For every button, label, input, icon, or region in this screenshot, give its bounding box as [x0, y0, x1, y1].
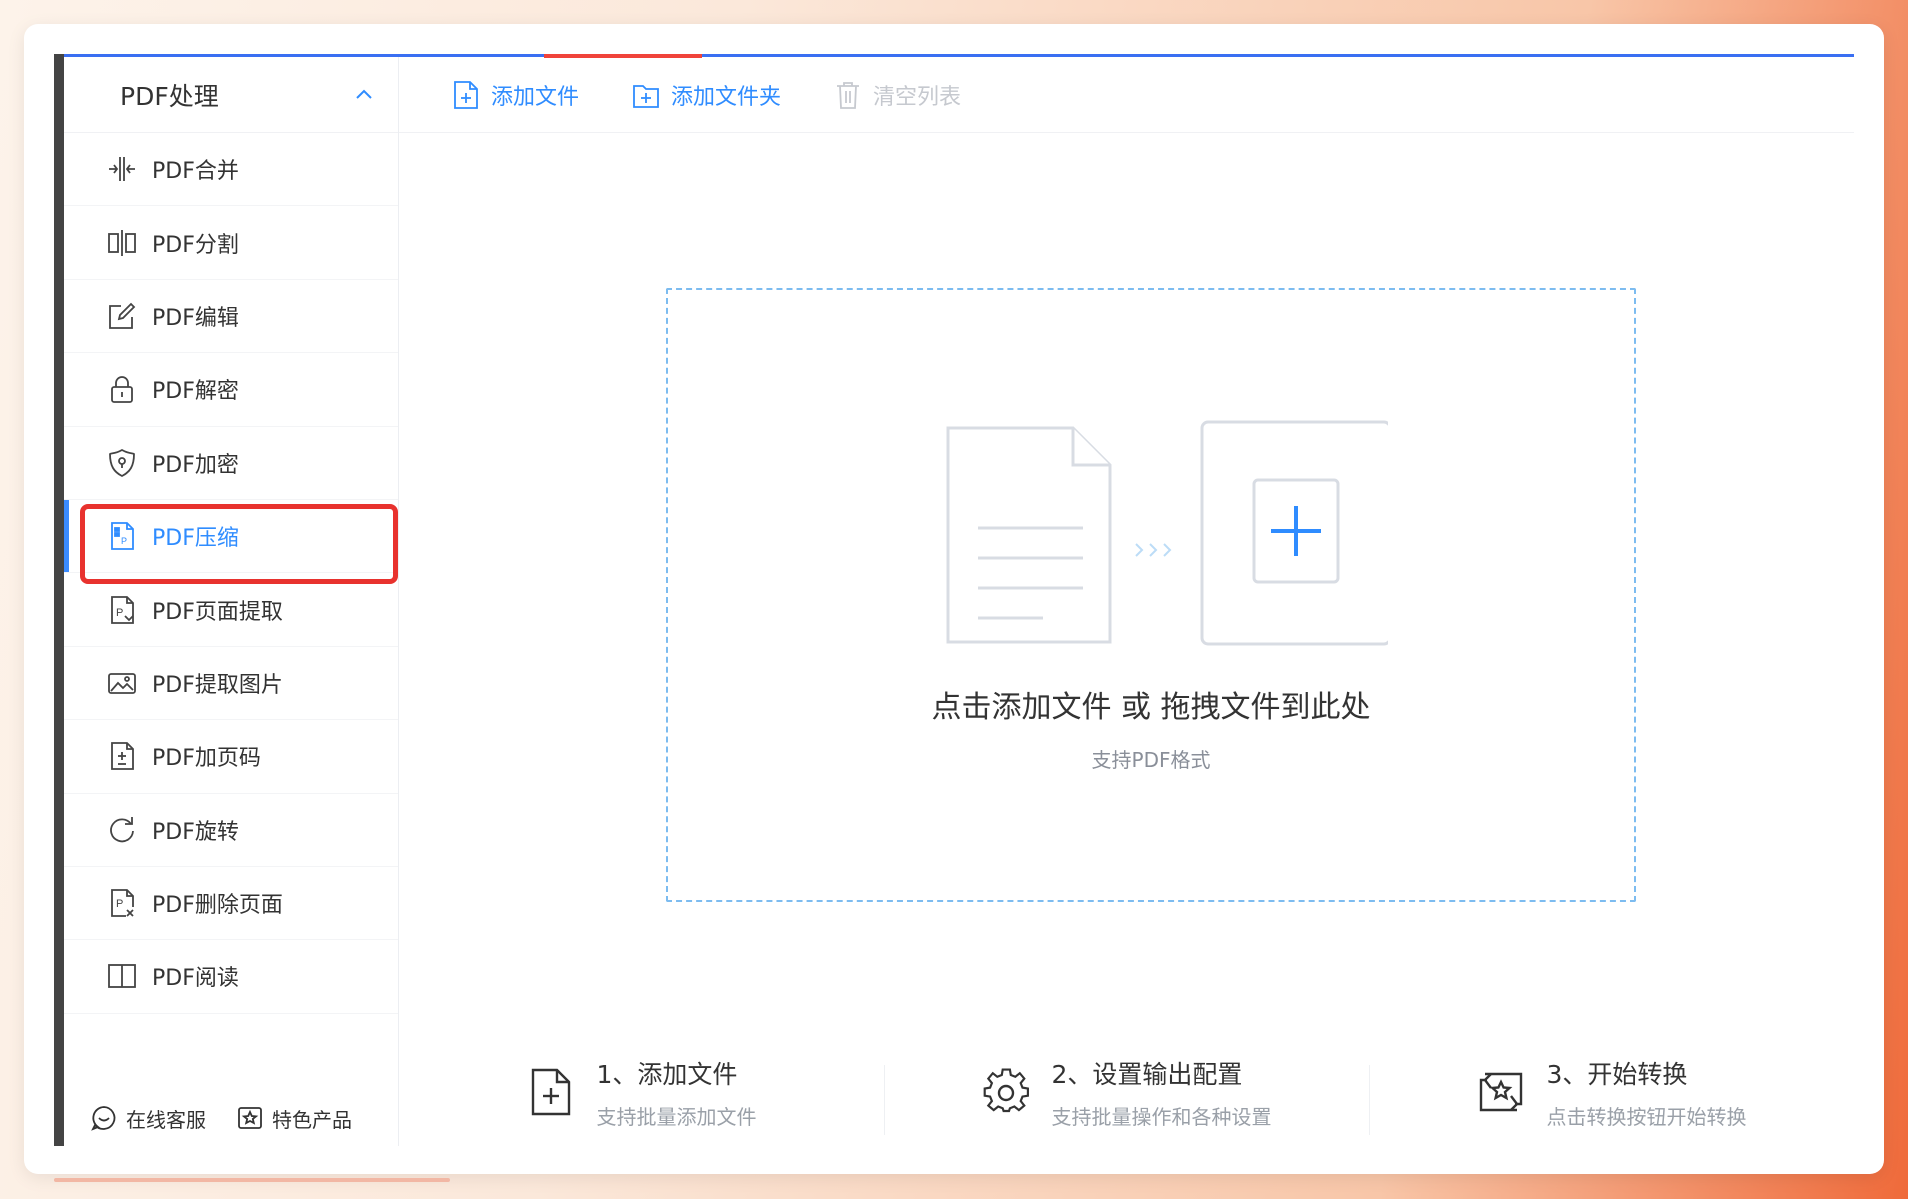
image-extract-icon: [106, 667, 138, 699]
sidebar-item-label: PDF提取图片: [152, 672, 283, 698]
sidebar-item-read[interactable]: PDF阅读: [64, 940, 398, 1014]
step-title: 1、添加文件: [596, 1059, 738, 1089]
clear-list-label: 清空列表: [873, 84, 962, 110]
sidebar-list: PDF合并 PDF分割 PDF编辑 PDF解密 PDF加密 P PDF压缩 P …: [64, 133, 398, 1014]
sidebar-item-label: PDF编辑: [152, 305, 239, 331]
split-icon: [106, 227, 138, 259]
sidebar-item-label: PDF阅读: [152, 966, 239, 992]
drop-zone-subtitle: 支持PDF格式: [1091, 748, 1211, 772]
add-folder-label: 添加文件夹: [671, 84, 782, 110]
sidebar-item-compress[interactable]: P PDF压缩: [64, 499, 398, 574]
step-start-convert: 3、开始转换 点击转换按钮开始转换: [1369, 1055, 1854, 1135]
clear-list-button[interactable]: 清空列表: [833, 79, 961, 111]
sidebar-item-page-number[interactable]: PDF加页码: [64, 720, 398, 794]
app-window: PDF处理 PDF合并 PDF分割 PDF编辑 PDF解密 PDF加密 P PD…: [54, 54, 1854, 1146]
featured-products-button[interactable]: 特色产品: [236, 1104, 352, 1133]
sidebar-item-split[interactable]: PDF分割: [64, 206, 398, 280]
delete-page-icon: P: [106, 887, 138, 919]
steps-bar: 1、添加文件 支持批量添加文件 2、设置输出配置 支持批量操作和各种设置 3、开…: [399, 1042, 1854, 1142]
decorative-bar: [54, 1178, 450, 1182]
sidebar-item-page-extract[interactable]: P PDF页面提取: [64, 573, 398, 647]
sidebar-item-label: PDF解密: [152, 379, 239, 405]
merge-icon: [106, 153, 138, 185]
gear-icon: [983, 1068, 1029, 1113]
edit-icon: [106, 300, 138, 332]
sidebar-item-label: PDF旋转: [152, 819, 239, 845]
sidebar-item-label: PDF页面提取: [152, 599, 283, 625]
step-description: 点击转换按钮开始转换: [1546, 1104, 1747, 1129]
sidebar-item-decrypt[interactable]: PDF解密: [64, 353, 398, 427]
sidebar-header[interactable]: PDF处理: [64, 57, 398, 133]
sidebar-item-label: PDF加密: [152, 452, 239, 478]
sidebar-item-encrypt[interactable]: PDF加密: [64, 427, 398, 500]
step-text: 3、开始转换 点击转换按钮开始转换: [1547, 1055, 1747, 1130]
sidebar-item-label: PDF合并: [152, 159, 239, 185]
add-folder-button[interactable]: 添加文件夹: [631, 79, 781, 111]
step-text: 1、添加文件 支持批量添加文件: [597, 1055, 757, 1130]
add-file-label: 添加文件: [491, 84, 580, 110]
unlock-icon: [106, 373, 138, 405]
add-file-button[interactable]: 添加文件: [451, 79, 579, 111]
step-title: 2、设置输出配置: [1051, 1059, 1243, 1089]
shield-lock-icon: [106, 447, 138, 479]
compress-icon: P: [106, 520, 138, 552]
svg-text:P: P: [116, 898, 123, 910]
online-support-label: 在线客服: [126, 1107, 206, 1132]
convert-icon: [1479, 1072, 1522, 1112]
chat-icon: [91, 1106, 116, 1131]
page-extract-icon: P: [106, 594, 138, 626]
upload-illustration: [946, 420, 1388, 646]
sidebar-item-image-extract[interactable]: PDF提取图片: [64, 647, 398, 721]
sidebar-item-label: PDF加页码: [152, 746, 261, 772]
page-number-icon: [106, 740, 138, 772]
window-edge: [54, 54, 64, 1146]
featured-products-label: 特色产品: [272, 1107, 352, 1132]
rotate-icon: [106, 814, 138, 846]
svg-text:P: P: [116, 607, 123, 619]
file-drop-zone[interactable]: 点击添加文件 或 拖拽文件到此处 支持PDF格式: [666, 288, 1636, 902]
sidebar-item-edit[interactable]: PDF编辑: [64, 280, 398, 354]
chevron-up-icon[interactable]: [354, 85, 374, 105]
sidebar-title: PDF处理: [120, 81, 219, 111]
star-badge-icon: [238, 1107, 262, 1129]
step-title: 3、开始转换: [1546, 1059, 1688, 1089]
online-support-button[interactable]: 在线客服: [90, 1104, 206, 1133]
sidebar-item-label: PDF分割: [152, 232, 239, 258]
step-text: 2、设置输出配置 支持批量操作和各种设置: [1052, 1055, 1272, 1130]
trash-icon: [837, 81, 860, 109]
sidebar-item-delete-page[interactable]: P PDF删除页面: [64, 867, 398, 941]
step-description: 支持批量添加文件: [596, 1104, 757, 1129]
sidebar: PDF处理 PDF合并 PDF分割 PDF编辑 PDF解密 PDF加密 P PD…: [64, 57, 399, 1146]
step-output-settings: 2、设置输出配置 支持批量操作和各种设置: [884, 1055, 1369, 1135]
sidebar-item-label: PDF删除页面: [152, 893, 283, 919]
add-file-icon: [454, 80, 478, 109]
sidebar-footer: 在线客服 特色产品: [64, 1090, 398, 1146]
sidebar-item-label: PDF压缩: [152, 526, 239, 552]
drop-zone-title: 点击添加文件 或 拖拽文件到此处: [931, 690, 1371, 725]
add-folder-icon: [633, 84, 659, 108]
step-add-file: 1、添加文件 支持批量添加文件: [399, 1055, 884, 1130]
add-file-icon: [531, 1068, 570, 1116]
svg-text:P: P: [121, 536, 127, 546]
sidebar-item-merge[interactable]: PDF合并: [64, 133, 398, 207]
step-description: 支持批量操作和各种设置: [1051, 1104, 1272, 1129]
sidebar-item-rotate[interactable]: PDF旋转: [64, 794, 398, 867]
book-icon: [106, 960, 138, 992]
toolbar: 添加文件 添加文件夹 清空列表: [399, 57, 1854, 133]
arrow-chevrons-icon: [1135, 543, 1172, 557]
